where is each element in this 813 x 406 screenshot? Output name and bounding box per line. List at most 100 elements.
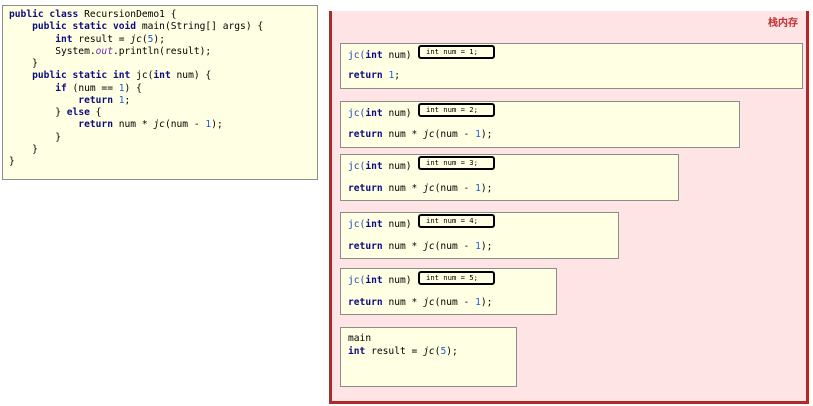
frame-return-line: return num * jc(num - 1);: [348, 241, 492, 252]
code-token: int: [348, 346, 372, 357]
code-line-3: int result = jc(5);: [9, 34, 317, 46]
code-token: (num ==: [72, 82, 119, 94]
frame-return-line: return num * jc(num - 1);: [348, 297, 492, 308]
code-token: );: [153, 33, 165, 45]
code-token: return: [9, 94, 119, 106]
code-token: return: [348, 297, 389, 308]
stack-frame-jc-4: jc(int num) int num = 4; return num * jc…: [340, 212, 619, 259]
code-token: .println(result);: [112, 45, 212, 57]
code-token: jc: [423, 241, 435, 252]
code-token: public class: [9, 9, 85, 20]
code-token: num *: [118, 119, 154, 131]
code-token: int: [365, 50, 389, 61]
code-token: );: [446, 346, 458, 357]
code-line-7: if (num == 1) {: [9, 83, 317, 95]
code-line-8: return 1;: [9, 95, 317, 107]
frame-signature: jc(int num): [348, 275, 412, 286]
code-token: else: [66, 107, 96, 118]
code-token: int: [365, 275, 389, 286]
code-line-2: public static void main(String[] args) {: [9, 21, 317, 33]
code-line-9: } else {: [9, 107, 317, 119]
code-token: if: [9, 82, 73, 94]
code-token: (num -: [434, 129, 476, 140]
frame-return-line: return 1;: [348, 70, 400, 81]
stack-frame-jc-3: jc(int num) int num = 3; return num * jc…: [340, 154, 679, 201]
code-line-6: public static int jc(int num) {: [9, 70, 317, 82]
code-token: return: [348, 129, 389, 140]
stack-frame-jc-5: jc(int num) int num = 5; return num * jc…: [340, 268, 557, 315]
code-token: RecursionDemo1 {: [84, 9, 177, 20]
code-token: }: [9, 107, 67, 118]
code-token: );: [480, 129, 493, 140]
code-token: );: [480, 297, 493, 308]
code-token: num *: [388, 241, 424, 252]
code-token: jc(: [348, 275, 366, 286]
code-token: num *: [388, 297, 424, 308]
code-token: result =: [371, 346, 424, 357]
code-token: );: [480, 241, 493, 252]
code-token: result =: [78, 33, 131, 45]
code-token: num): [388, 161, 412, 172]
code-token: num) {: [176, 70, 212, 82]
code-token: (num -: [434, 241, 476, 252]
code-token: {: [95, 107, 102, 118]
code-token: num): [388, 108, 412, 119]
stack-memory-region: 栈内存 jc(int num) int num = 1; return 1; j…: [329, 11, 809, 404]
code-line-13: }: [9, 156, 15, 167]
code-token: int: [365, 108, 389, 119]
code-token: (num -: [434, 183, 476, 194]
stack-frame-main: main int result = jc(5);: [340, 327, 517, 387]
code-line-12: }: [9, 143, 38, 155]
code-token: main(String[] args) {: [141, 21, 264, 33]
stack-memory-title: 栈内存: [768, 18, 798, 29]
code-token: ;: [394, 70, 400, 81]
frame-signature: jc(int num): [348, 108, 412, 119]
code-token: return: [9, 119, 119, 131]
code-token: ;: [124, 94, 131, 106]
code-token: jc(: [348, 161, 366, 172]
code-token: jc: [130, 33, 142, 45]
code-token: jc: [423, 346, 435, 357]
code-token: System.: [9, 45, 96, 57]
main-frame-statement: int result = jc(5);: [348, 346, 458, 357]
code-token: return: [348, 70, 389, 81]
code-token: ) {: [124, 82, 142, 94]
code-token: public static void: [9, 21, 142, 33]
code-token: (num -: [434, 297, 476, 308]
code-token: int: [365, 161, 389, 172]
param-value-box: int num = 4;: [418, 214, 495, 228]
code-token: out: [95, 45, 113, 57]
code-token: int: [153, 70, 177, 82]
code-token: jc(: [136, 70, 154, 82]
code-line-5: }: [9, 58, 38, 69]
code-token: return: [348, 241, 389, 252]
frame-return-line: return num * jc(num - 1);: [348, 183, 492, 194]
code-line-4: System.out.println(result);: [9, 46, 317, 58]
code-token: jc(: [348, 50, 366, 61]
code-token: num *: [388, 183, 424, 194]
code-token: jc(: [348, 108, 366, 119]
param-value-box: int num = 5;: [418, 271, 495, 285]
stack-frame-jc-1: jc(int num) int num = 1; return 1;: [340, 43, 803, 89]
code-line-11: }: [9, 131, 61, 143]
code-line-10: return num * jc(num - 1);: [9, 119, 317, 131]
source-code-panel: public class RecursionDemo1 { public sta…: [2, 5, 318, 180]
code-token: num): [388, 50, 412, 61]
code-token: num): [388, 219, 412, 230]
frame-signature: jc(int num): [348, 50, 412, 61]
code-token: int: [365, 219, 389, 230]
code-line-1: public class RecursionDemo1 {: [9, 9, 317, 21]
main-frame-label: main: [348, 333, 372, 344]
param-value-box: int num = 2;: [418, 103, 495, 117]
code-token: );: [211, 119, 223, 131]
code-token: public static int: [9, 70, 137, 82]
frame-return-line: return num * jc(num - 1);: [348, 129, 492, 140]
code-token: );: [480, 183, 493, 194]
frame-signature: jc(int num): [348, 219, 412, 230]
param-value-box: int num = 3;: [418, 156, 495, 170]
code-token: jc: [423, 183, 435, 194]
code-token: (num -: [164, 119, 206, 131]
code-token: jc: [153, 119, 165, 131]
code-token: num): [388, 275, 412, 286]
code-token: jc: [423, 297, 435, 308]
